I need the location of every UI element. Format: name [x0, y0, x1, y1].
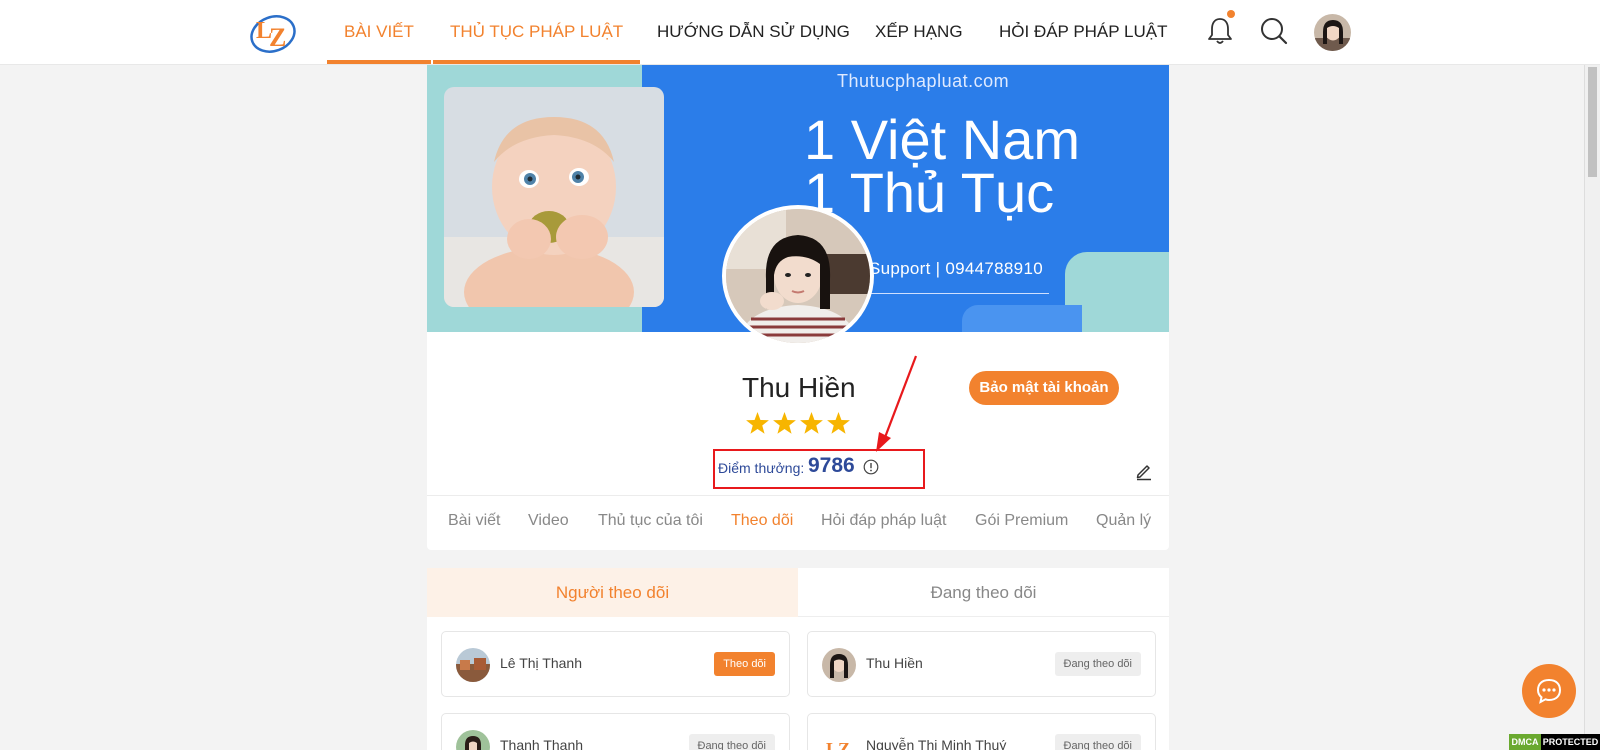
follower-name: Nguyễn Thị Minh Thuý [866, 737, 1007, 750]
points-value: 9786 [808, 454, 855, 477]
following-button[interactable]: Đang theo dõi [1054, 734, 1141, 750]
following-button[interactable]: Đang theo dõi [1054, 652, 1141, 676]
tab-thu-tuc-cua-toi[interactable]: Thủ tục của tôi [598, 512, 703, 530]
tab-quan-ly[interactable]: Quản lý [1096, 512, 1151, 530]
tab-nguoi-theo-doi[interactable]: Người theo dõi [427, 568, 798, 617]
info-icon[interactable] [863, 459, 879, 475]
follower-card[interactable]: Thanh Thanh Đang theo dõi [441, 713, 790, 750]
scrollbar-thumb[interactable] [1588, 67, 1597, 177]
profile-avatar[interactable] [722, 205, 874, 347]
follower-avatar: LZ [822, 730, 856, 750]
tab-theo-doi[interactable]: Theo dõi [731, 512, 793, 530]
tab-video[interactable]: Video [528, 512, 569, 530]
baby-photo [444, 87, 664, 307]
user-avatar[interactable] [1314, 14, 1351, 51]
nav-hoi-dap-phap-luat[interactable]: HỎI ĐÁP PHÁP LUẬT [999, 0, 1167, 64]
follower-avatar [456, 730, 490, 750]
follower-avatar [456, 648, 490, 682]
profile-name: Thu Hiền [742, 372, 856, 403]
nav-thu-tuc-phap-luat[interactable]: THỦ TỤC PHÁP LUẬT [432, 0, 641, 64]
bell-icon[interactable] [1205, 16, 1235, 46]
annotation-arrow [876, 355, 918, 452]
follower-card[interactable]: Thu Hiền Đang theo dõi [807, 631, 1156, 697]
rating-stars [746, 412, 850, 434]
following-button[interactable]: Đang theo dõi [688, 734, 775, 750]
dmca-protected-label: PROTECTED [1541, 734, 1600, 750]
follower-name: Thu Hiền [866, 655, 923, 671]
follower-card[interactable]: LZ Nguyễn Thị Minh Thuý Đang theo dõi [807, 713, 1156, 750]
top-header: L Z BÀI VIẾT THỦ TỤC PHÁP LUẬT HƯỚNG DẪN… [0, 0, 1600, 65]
page-scrollbar[interactable] [1584, 65, 1600, 750]
points-label: Điểm thưởng: [718, 460, 805, 476]
nav-xep-hang[interactable]: XẾP HẠNG [875, 0, 963, 64]
follower-card[interactable]: Lê Thị Thanh Theo dõi [441, 631, 790, 697]
lz-logo[interactable]: L Z [248, 8, 298, 56]
dmca-label: DMCA [1509, 734, 1541, 750]
search-icon[interactable] [1259, 16, 1289, 46]
tab-bai-viet[interactable]: Bài viết [448, 512, 500, 530]
tab-hoi-dap-phap-luat[interactable]: Hỏi đáp pháp luật [821, 512, 946, 530]
nav-huong-dan-su-dung[interactable]: HƯỚNG DẪN SỬ DỤNG [657, 0, 850, 64]
notification-dot [1227, 10, 1235, 18]
tab-goi-premium[interactable]: Gói Premium [975, 512, 1068, 530]
account-security-button[interactable]: Bảo mật tài khoản [969, 371, 1119, 405]
star-icon [800, 412, 823, 434]
follow-button[interactable]: Theo dõi [714, 652, 775, 676]
chat-bubble-icon [1536, 678, 1562, 704]
svg-text:Z: Z [269, 23, 286, 52]
banner-support-line: Support | 0944788910 [869, 259, 1043, 278]
edit-pencil-icon[interactable] [1134, 461, 1154, 481]
follower-avatar [822, 648, 856, 682]
star-icon [746, 412, 769, 434]
chat-button[interactable] [1522, 664, 1576, 718]
banner-blue-corner [962, 305, 1082, 332]
banner-underline [869, 293, 1049, 294]
follower-name: Lê Thị Thanh [500, 655, 582, 671]
follower-name: Thanh Thanh [500, 737, 584, 750]
tab-dang-theo-doi[interactable]: Đang theo dõi [798, 568, 1169, 617]
dmca-badge[interactable]: DMCA PROTECTED [1509, 734, 1600, 750]
svg-text:LZ: LZ [826, 739, 850, 750]
star-icon [827, 412, 850, 434]
star-icon [773, 412, 796, 434]
banner-headline-2: 1 Thủ Tục [804, 161, 1055, 224]
profile-divider [427, 495, 1169, 496]
nav-bai-viet[interactable]: BÀI VIẾT [327, 0, 431, 64]
banner-site-url: Thutucphapluat.com [837, 71, 1010, 91]
